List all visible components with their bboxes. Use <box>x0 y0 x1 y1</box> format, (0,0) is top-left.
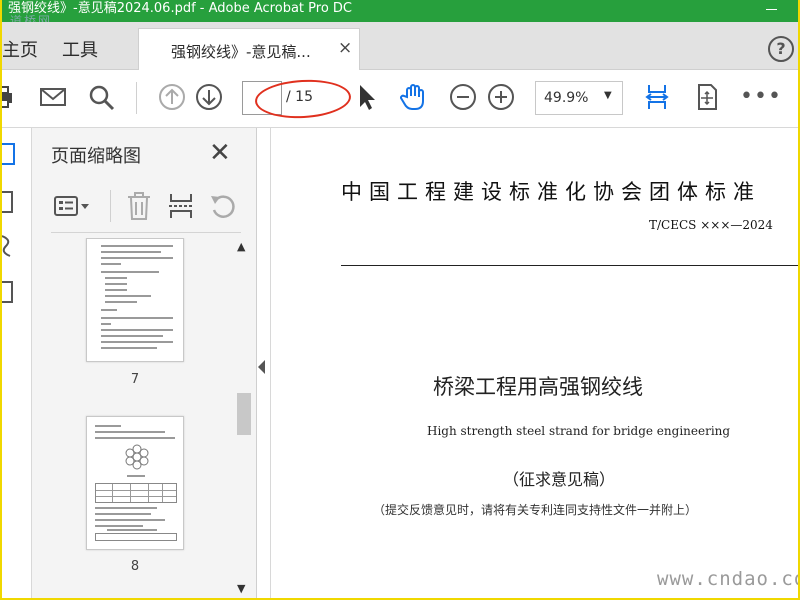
tab-document[interactable]: 强钢绞线》-意见稿... × <box>138 28 360 71</box>
page-view-icon[interactable] <box>692 82 722 112</box>
acrobat-window: 强钢绞线》-意见稿2024.06.pdf - Adobe Acrobat Pro… <box>2 0 798 598</box>
chevron-down-icon: ▼ <box>604 90 612 101</box>
thumbnail-page-number: 7 <box>130 372 140 387</box>
watermark-url: www.cndao.com <box>657 568 798 590</box>
panel-tools-divider <box>110 190 111 222</box>
document-view[interactable]: 中国工程建设标准化协会团体标准 T/CECS ×××—2024 桥梁工程用高强钢… <box>270 128 798 598</box>
scroll-up-icon[interactable]: ▲ <box>237 240 245 253</box>
title-bar: 强钢绞线》-意见稿2024.06.pdf - Adobe Acrobat Pro… <box>2 0 798 22</box>
window-title: 强钢绞线》-意见稿2024.06.pdf - Adobe Acrobat Pro… <box>8 1 352 16</box>
search-icon[interactable] <box>86 82 116 112</box>
thumbnail-page-8[interactable] <box>86 416 184 550</box>
zoom-value: 49.9% <box>544 90 589 106</box>
panel-title: 页面缩略图 <box>51 146 141 167</box>
print-icon[interactable] <box>2 82 18 112</box>
thumbnail-list: 7 8 <box>32 238 237 598</box>
delete-icon[interactable] <box>124 190 154 222</box>
hand-tool-icon[interactable] <box>399 82 429 112</box>
close-icon[interactable]: ✕ <box>209 138 231 168</box>
toolbar-divider <box>136 82 137 114</box>
tab-document-label: 强钢绞线》-意见稿... <box>171 43 311 61</box>
tab-bar: 主页 工具 强钢绞线》-意见稿... × ? <box>2 22 798 71</box>
document-code: T/CECS ×××—2024 <box>649 218 773 232</box>
zoom-out-icon[interactable] <box>448 82 478 112</box>
more-options-icon[interactable]: ••• <box>740 84 782 109</box>
document-note: （提交反馈意见时，请将有关专利连同支持性文件一并附上） <box>373 503 698 517</box>
extract-pages-icon[interactable] <box>166 190 196 222</box>
help-icon[interactable]: ? <box>768 36 794 62</box>
thumbnail-page-number: 8 <box>130 559 140 574</box>
bookmarks-icon[interactable] <box>2 190 20 216</box>
document-rule <box>341 265 798 266</box>
layers-icon[interactable] <box>2 278 20 304</box>
toolbar: / 15 49.9% ▼ ••• <box>2 70 798 128</box>
tab-tools[interactable]: 工具 <box>62 36 98 62</box>
document-title: 桥梁工程用高强钢绞线 <box>433 375 643 399</box>
tab-close-icon[interactable]: × <box>338 38 352 58</box>
left-navigation-rail <box>2 128 32 598</box>
email-icon[interactable] <box>38 82 68 112</box>
zoom-dropdown[interactable]: 49.9% ▼ <box>535 81 623 115</box>
fit-width-icon[interactable] <box>642 82 672 112</box>
thumbnail-options-icon[interactable] <box>52 190 92 222</box>
scroll-thumb[interactable] <box>237 393 251 435</box>
document-title-english: High strength steel strand for bridge en… <box>427 424 731 438</box>
rotate-icon[interactable] <box>208 190 238 222</box>
thumbnail-panel: 页面缩略图 ✕ 7 8 ▲ ▼ <box>32 128 257 598</box>
tab-home[interactable]: 主页 <box>2 36 38 62</box>
thumbnail-tools <box>32 186 257 230</box>
next-page-icon[interactable] <box>194 82 224 112</box>
minimize-button[interactable] <box>760 0 784 18</box>
scroll-down-icon[interactable]: ▼ <box>237 582 245 595</box>
select-cursor-icon[interactable] <box>352 82 382 112</box>
zoom-in-icon[interactable] <box>486 82 516 112</box>
panel-divider <box>51 232 241 233</box>
thumbnail-page-7[interactable] <box>86 238 184 362</box>
page-thumbnails-icon[interactable] <box>2 142 20 168</box>
collapse-panel-icon[interactable] <box>258 360 265 374</box>
document-organization: 中国工程建设标准化协会团体标准 <box>341 180 761 204</box>
attachments-icon[interactable] <box>2 232 20 258</box>
thumbnail-scrollbar[interactable]: ▲ ▼ <box>235 238 252 598</box>
document-draft-label: （征求意见稿） <box>503 470 616 489</box>
previous-page-icon[interactable] <box>157 82 187 112</box>
